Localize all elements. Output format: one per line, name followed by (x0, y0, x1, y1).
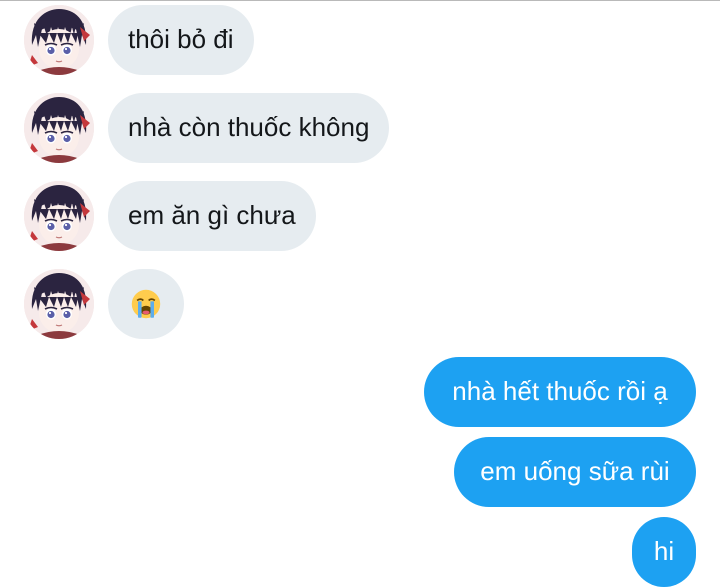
message-text: hi (653, 536, 675, 567)
message-text: nhà còn thuốc không (128, 112, 370, 143)
message-text: em uống sữa rùi (480, 456, 670, 487)
sender-avatar[interactable] (24, 181, 94, 251)
message-text: thôi bỏ đi (128, 24, 234, 55)
sender-avatar[interactable] (24, 93, 94, 163)
outgoing-bubble[interactable]: em uống sữa rùi (454, 437, 696, 507)
avatar-image (24, 181, 94, 251)
incoming-bubble[interactable]: em ăn gì chưa (108, 181, 316, 251)
sender-avatar[interactable] (24, 5, 94, 75)
message-text: em ăn gì chưa (128, 200, 296, 231)
incoming-bubble[interactable]: nhà còn thuốc không (108, 93, 390, 163)
avatar-image (24, 269, 94, 339)
avatar-image (24, 5, 94, 75)
sender-avatar[interactable] (24, 269, 94, 339)
incoming-bubble[interactable] (108, 269, 184, 339)
message-text: nhà hết thuốc rồi ạ (452, 376, 668, 407)
loudly-crying-face-icon (131, 289, 161, 319)
avatar-image (24, 93, 94, 163)
outgoing-bubble[interactable]: hi (632, 517, 696, 587)
incoming-bubble[interactable]: thôi bỏ đi (108, 5, 254, 75)
outgoing-bubble[interactable]: nhà hết thuốc rồi ạ (424, 357, 696, 427)
